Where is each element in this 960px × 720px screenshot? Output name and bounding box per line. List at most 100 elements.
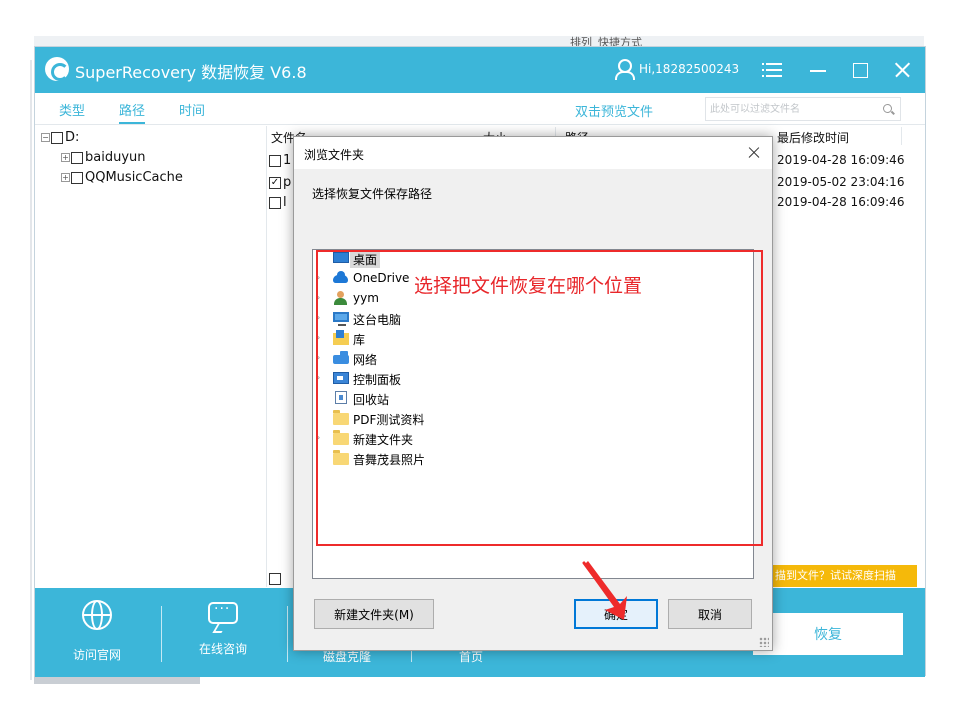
column-header-modified[interactable]: 最后修改时间	[777, 129, 849, 146]
filter-input[interactable]	[710, 101, 870, 117]
folder-label: 库	[353, 333, 366, 347]
user-account[interactable]: Hi,18282500243	[639, 62, 739, 76]
file-name: l	[283, 195, 287, 210]
dialog-close-icon[interactable]	[742, 141, 766, 165]
maximize-icon[interactable]	[845, 55, 875, 85]
file-name: p	[283, 175, 292, 190]
dialog-title-bar[interactable]: 浏览文件夹	[294, 137, 772, 169]
expand-arrow-icon[interactable]: ›	[317, 273, 320, 282]
online-consult-button[interactable]: 在线咨询	[173, 600, 273, 657]
control-panel-icon	[333, 372, 349, 384]
expand-icon[interactable]: +	[61, 153, 70, 162]
table-row[interactable]: 1	[269, 153, 291, 168]
annotation-text: 选择把文件恢复在哪个位置	[414, 275, 643, 297]
user-icon[interactable]	[615, 59, 635, 80]
expand-arrow-icon[interactable]: ›	[317, 293, 320, 302]
folder-icon	[333, 410, 349, 425]
folder-icon	[333, 430, 349, 445]
computer-icon	[333, 312, 349, 326]
folder-item-photos[interactable]: 音舞茂县照片	[313, 450, 513, 468]
app-logo-icon	[45, 57, 69, 81]
tree-checkbox[interactable]	[51, 131, 63, 144]
library-icon	[333, 330, 349, 345]
folder-item-pdf-test[interactable]: PDF测试资料	[313, 410, 513, 428]
onedrive-icon	[333, 271, 348, 283]
folder-label: 桌面	[350, 251, 381, 268]
tab-type[interactable]: 类型	[59, 100, 85, 119]
folder-label: 网络	[353, 353, 378, 367]
dialog-title: 浏览文件夹	[304, 148, 365, 162]
recycle-bin-icon	[335, 391, 347, 404]
select-all-checkbox[interactable]	[269, 568, 283, 587]
title-bar[interactable]: SuperRecovery 数据恢复 V6.8 Hi,18282500243	[35, 47, 925, 93]
resize-grip-icon[interactable]	[759, 637, 769, 647]
toolbar-divider	[287, 606, 288, 662]
desktop-icon	[333, 252, 349, 263]
folder-tree-panel: − D: + baiduyun + QQMusicCache	[35, 126, 267, 587]
globe-icon	[82, 600, 112, 630]
expand-arrow-icon[interactable]: ›	[317, 353, 320, 362]
menu-icon[interactable]	[759, 55, 789, 85]
screenshot-stage: 排列 快捷方式 SuperRecovery 数据恢复 V6.8 Hi,18282…	[0, 0, 960, 720]
tree-item-qqmusiccache[interactable]: + QQMusicCache	[61, 170, 183, 185]
tree-checkbox[interactable]	[71, 171, 83, 184]
tree-root[interactable]: − D:	[41, 130, 79, 145]
user-icon	[333, 291, 349, 305]
folder-label: PDF测试资料	[353, 413, 425, 427]
background-bar	[34, 676, 200, 684]
minimize-icon[interactable]	[803, 55, 833, 85]
expand-arrow-icon[interactable]: ›	[317, 333, 320, 342]
network-icon	[333, 351, 349, 364]
deep-scan-link[interactable]: 描到文件？试试深度扫描	[771, 565, 917, 587]
table-row[interactable]: l	[269, 195, 287, 210]
tab-path[interactable]: 路径	[119, 100, 146, 124]
row-checkbox[interactable]	[269, 196, 281, 209]
folder-item-new-folder[interactable]: › 新建文件夹	[313, 430, 513, 448]
folder-label: 控制面板	[353, 373, 402, 387]
expand-arrow-icon[interactable]: ›	[317, 373, 320, 382]
recover-button[interactable]: 恢复	[753, 613, 903, 655]
bottom-item-label: 访问官网	[72, 648, 121, 662]
tab-time[interactable]: 时间	[179, 100, 205, 119]
row-checkbox[interactable]	[269, 154, 281, 167]
toolbar-divider	[161, 606, 162, 662]
folder-item-network[interactable]: › 网络	[313, 350, 513, 368]
folder-item-this-pc[interactable]: › 这台电脑	[313, 310, 513, 328]
search-icon[interactable]	[883, 104, 892, 113]
bottom-item-label: 在线咨询	[198, 642, 247, 656]
new-folder-button[interactable]: 新建文件夹(M)	[314, 599, 434, 629]
folder-label: 这台电脑	[353, 313, 402, 327]
cancel-button[interactable]: 取消	[668, 599, 752, 629]
expand-arrow-icon[interactable]: ›	[317, 433, 320, 442]
column-divider	[901, 127, 902, 145]
folder-item-control-panel[interactable]: › 控制面板	[313, 370, 513, 388]
folder-item-desktop[interactable]: 桌面	[313, 250, 381, 268]
folder-item-recycle-bin[interactable]: 回收站	[313, 390, 513, 408]
folder-tree[interactable]: 桌面 › OneDrive › yym › 这台电脑 › 库 › 网络 › 控制…	[312, 249, 754, 579]
folder-label: 新建文件夹	[353, 433, 414, 447]
background-divider	[30, 60, 32, 680]
tree-checkbox[interactable]	[71, 151, 83, 164]
tree-label: baiduyun	[85, 150, 146, 165]
folder-label: yym	[353, 291, 379, 305]
folder-label: 回收站	[353, 393, 390, 407]
folder-icon	[333, 450, 349, 465]
filter-box[interactable]	[705, 97, 901, 121]
app-title: SuperRecovery 数据恢复 V6.8	[75, 63, 307, 82]
expand-icon[interactable]: +	[61, 173, 70, 182]
tree-item-baiduyun[interactable]: + baiduyun	[61, 150, 146, 165]
tree-label: QQMusicCache	[85, 170, 183, 185]
dialog-prompt: 选择恢复文件保存路径	[312, 187, 433, 201]
collapse-icon[interactable]: −	[41, 133, 50, 142]
table-row[interactable]: p	[269, 175, 291, 190]
folder-label: 音舞茂县照片	[353, 453, 426, 467]
folder-item-library[interactable]: › 库	[313, 330, 513, 348]
modified-date: 2019-04-28 16:09:46	[777, 153, 905, 167]
tree-label: D:	[65, 130, 80, 145]
row-checkbox[interactable]	[269, 176, 281, 189]
visit-website-button[interactable]: 访问官网	[47, 600, 147, 663]
close-icon[interactable]	[887, 55, 917, 85]
expand-arrow-icon[interactable]: ›	[317, 313, 320, 322]
ok-button[interactable]: 确定	[574, 599, 658, 629]
file-name: 1	[283, 153, 292, 168]
